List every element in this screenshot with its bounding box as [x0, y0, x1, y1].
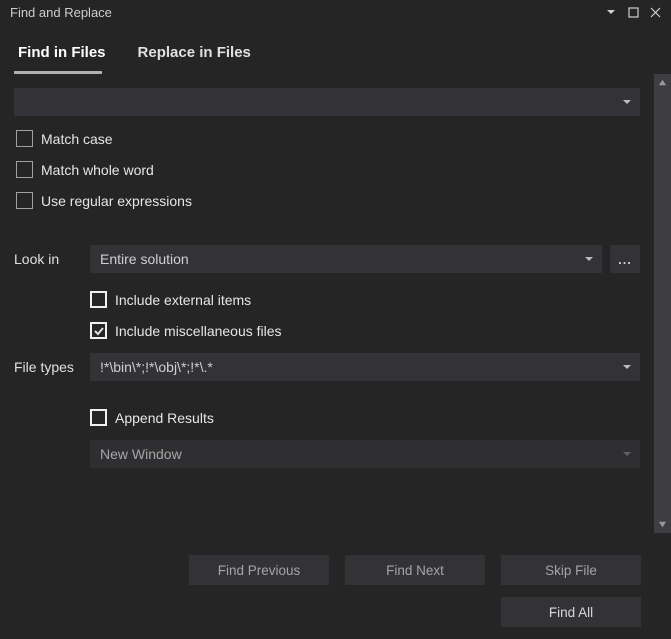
append-results-checkbox[interactable] — [90, 409, 107, 426]
maximize-icon[interactable] — [623, 2, 643, 22]
tab-find-in-files[interactable]: Find in Files — [14, 38, 110, 71]
find-next-button[interactable]: Find Next — [345, 555, 485, 585]
scroll-up-icon[interactable] — [655, 75, 670, 90]
lookin-label: Look in — [14, 251, 90, 267]
footer: Find Previous Find Next Skip File Find A… — [0, 533, 671, 639]
chevron-down-icon — [622, 447, 632, 462]
use-regex-checkbox[interactable] — [16, 192, 33, 209]
window-title: Find and Replace — [10, 5, 599, 20]
lookin-combo[interactable]: Entire solution — [90, 245, 602, 273]
filetypes-label: File types — [14, 359, 90, 375]
results-target-combo[interactable]: New Window — [90, 440, 640, 468]
skip-file-button[interactable]: Skip File — [501, 555, 641, 585]
filetypes-combo[interactable]: !*\bin\*;!*\obj\*;!*\.* — [90, 353, 640, 381]
match-case-checkbox[interactable] — [16, 130, 33, 147]
browse-button[interactable]: ... — [610, 245, 640, 273]
vertical-scrollbar[interactable] — [654, 74, 671, 533]
lookin-value: Entire solution — [100, 251, 584, 267]
tabbar: Find in Files Replace in Files — [0, 24, 671, 71]
match-whole-word-label: Match whole word — [41, 162, 154, 178]
search-term-combo[interactable] — [14, 88, 640, 116]
include-external-label: Include external items — [115, 292, 251, 308]
scroll-down-icon[interactable] — [655, 517, 670, 532]
dropdown-icon[interactable] — [601, 2, 621, 22]
include-misc-checkbox[interactable] — [90, 322, 107, 339]
chevron-down-icon — [622, 95, 632, 110]
include-external-checkbox[interactable] — [90, 291, 107, 308]
results-target-value: New Window — [100, 446, 622, 462]
find-all-button[interactable]: Find All — [501, 597, 641, 627]
tab-replace-in-files[interactable]: Replace in Files — [134, 38, 255, 71]
filetypes-value: !*\bin\*;!*\obj\*;!*\.* — [100, 359, 622, 375]
match-whole-word-checkbox[interactable] — [16, 161, 33, 178]
chevron-down-icon — [584, 252, 594, 267]
chevron-down-icon — [622, 360, 632, 375]
titlebar: Find and Replace — [0, 0, 671, 24]
find-previous-button[interactable]: Find Previous — [189, 555, 329, 585]
use-regex-label: Use regular expressions — [41, 193, 192, 209]
append-results-label: Append Results — [115, 410, 214, 426]
include-misc-label: Include miscellaneous files — [115, 323, 282, 339]
close-icon[interactable] — [645, 2, 665, 22]
match-case-label: Match case — [41, 131, 113, 147]
